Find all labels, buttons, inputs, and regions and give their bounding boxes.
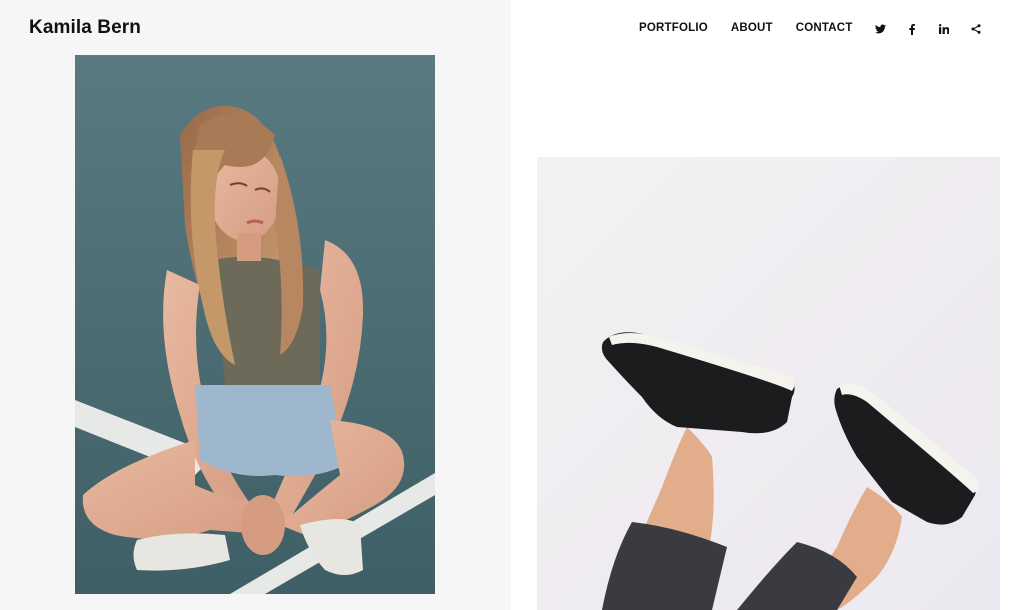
- twitter-icon[interactable]: [872, 21, 888, 37]
- social-links: [872, 21, 984, 37]
- facebook-icon[interactable]: [904, 21, 920, 37]
- nav-contact[interactable]: CONTACT: [796, 22, 853, 34]
- main-nav: PORTFOLIO ABOUT CONTACT: [639, 22, 853, 34]
- linkedin-icon[interactable]: [936, 21, 952, 37]
- site-title[interactable]: Kamila Bern: [29, 17, 141, 39]
- share-icon[interactable]: [968, 21, 984, 37]
- girl-sitting-illustration: [75, 55, 435, 594]
- nav-about[interactable]: ABOUT: [731, 22, 773, 34]
- sneakers-illustration: [537, 157, 1000, 610]
- portfolio-photo-girl-sitting[interactable]: [75, 55, 435, 594]
- nav-portfolio[interactable]: PORTFOLIO: [639, 22, 708, 34]
- portfolio-photo-sneakers[interactable]: [537, 157, 1000, 610]
